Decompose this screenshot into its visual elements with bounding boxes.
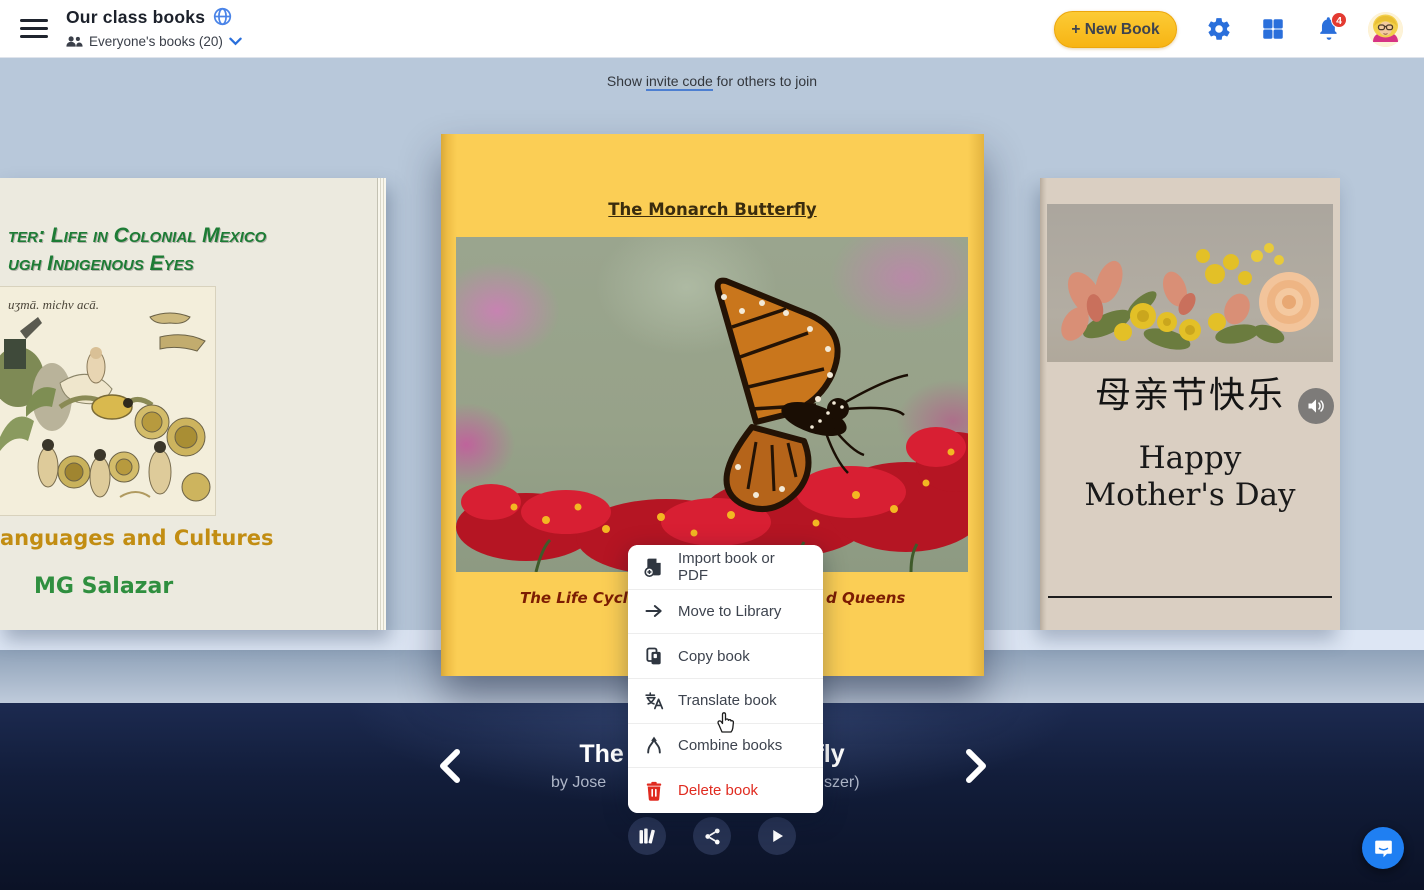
left-book-series: anguages and Cultures (0, 526, 273, 550)
share-book-button[interactable] (693, 817, 731, 855)
trash-icon (644, 781, 664, 801)
new-book-button[interactable]: + New Book (1054, 11, 1177, 48)
player-bar-byline-right: szer) (824, 774, 860, 792)
player-bar-byline-left: by Jose (551, 774, 606, 792)
globe-icon (213, 7, 232, 31)
right-book-title-english: Happy Mother's Day (1040, 440, 1340, 514)
settings-gear-icon[interactable] (1206, 16, 1234, 44)
library-books-icon (637, 826, 657, 846)
share-icon (703, 827, 722, 846)
menu-item-label: Copy book (678, 648, 750, 665)
invite-prefix: Show (607, 73, 646, 89)
book-creator-app: Our class books Everyone's books (20) + … (0, 0, 1424, 890)
menu-item-move-to-library[interactable]: Move to Library (628, 590, 823, 635)
chat-launcher-button[interactable] (1362, 827, 1404, 869)
hamburger-menu-icon[interactable] (20, 19, 48, 39)
menu-item-import-book[interactable]: Import book or PDF (628, 545, 823, 590)
book-cover-colonial-mexico[interactable]: ter: Life in Colonial Mexico ugh Indigen… (0, 178, 386, 630)
people-icon (66, 35, 83, 48)
invite-suffix: for others to join (713, 73, 817, 89)
invite-code-link[interactable]: invite code (646, 73, 713, 91)
copy-icon (644, 646, 664, 666)
play-book-button[interactable] (758, 817, 796, 855)
invite-banner: Show invite code for others to join (0, 73, 1424, 89)
chat-bubble-icon (1373, 838, 1394, 859)
move-arrow-icon (644, 601, 664, 621)
book-context-menu: Import book or PDF Move to Library Copy … (628, 545, 823, 813)
menu-item-label: Import book or PDF (678, 550, 807, 584)
import-book-icon (644, 557, 664, 577)
left-book-pages-edge (377, 178, 386, 630)
notification-count-badge: 4 (1331, 12, 1347, 28)
library-title-block: Our class books Everyone's books (20) (66, 7, 242, 49)
apps-grid-icon[interactable] (1260, 16, 1288, 44)
page-title: Our class books (66, 7, 205, 28)
center-book-subtitle-right: d Queens (826, 589, 905, 607)
right-book-title-chinese: 母亲节快乐 (1040, 366, 1340, 418)
books-filter-dropdown[interactable]: Everyone's books (20) (66, 34, 242, 49)
flower-bouquet-image (1047, 204, 1333, 362)
codex-illustration-image: uʒmā. michv acā. (0, 287, 215, 515)
mouse-cursor-hand (714, 710, 736, 739)
center-book-title: The Monarch Butterfly (441, 200, 984, 219)
translate-icon (644, 691, 664, 711)
right-book-divider (1048, 596, 1332, 598)
left-book-title: ter: Life in Colonial Mexico ugh Indigen… (8, 222, 338, 278)
menu-item-label: Combine books (678, 737, 782, 754)
combine-merge-icon (644, 735, 664, 755)
left-book-author: MG Salazar (34, 574, 173, 599)
books-filter-label: Everyone's books (20) (89, 34, 223, 49)
menu-item-label: Move to Library (678, 603, 781, 620)
menu-item-label: Delete book (678, 782, 758, 799)
user-avatar[interactable] (1368, 12, 1403, 47)
notifications-bell-icon[interactable]: 4 (1316, 16, 1344, 44)
app-header: Our class books Everyone's books (20) + … (0, 0, 1424, 58)
book-cover-mothers-day[interactable]: 母亲节快乐 Happy Mother's Day (1040, 178, 1340, 630)
menu-item-delete-book[interactable]: Delete book (628, 768, 823, 813)
svg-text:uʒmā. michv acā.: uʒmā. michv acā. (8, 297, 99, 312)
read-book-button[interactable] (628, 817, 666, 855)
chevron-down-icon (229, 37, 242, 46)
menu-item-copy-book[interactable]: Copy book (628, 634, 823, 679)
menu-item-label: Translate book (678, 692, 777, 709)
play-icon (768, 827, 786, 845)
monarch-butterfly-image (456, 237, 968, 572)
audio-speaker-icon[interactable] (1298, 388, 1334, 424)
